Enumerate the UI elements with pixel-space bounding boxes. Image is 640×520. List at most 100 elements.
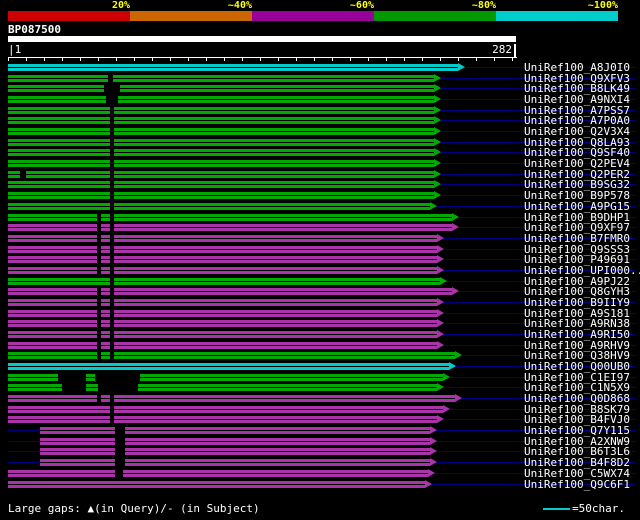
alignment-bar[interactable]: [8, 320, 437, 327]
gap-segment: [115, 427, 125, 434]
arrow-head-icon: [437, 298, 444, 306]
alignment-bar[interactable]: [8, 235, 437, 242]
scale-legend-line: [543, 508, 570, 510]
gap-segment: [110, 416, 114, 423]
gap-segment: [95, 374, 140, 381]
gap-segment: [97, 246, 101, 253]
arrow-head-icon: [437, 234, 444, 242]
alignment-bar[interactable]: [8, 181, 434, 188]
alignment-bar[interactable]: [8, 203, 430, 210]
gap-segment: [110, 267, 114, 274]
arrow-head-icon: [440, 277, 447, 285]
gap-segment: [110, 171, 114, 178]
gap-segment: [110, 256, 114, 263]
gap-segment: [110, 310, 114, 317]
arrow-head-icon: [434, 84, 441, 92]
gap-segment: [97, 267, 101, 274]
alignment-bar[interactable]: [8, 96, 434, 103]
alignment-bar[interactable]: [8, 352, 455, 359]
gap-segment: [110, 117, 114, 124]
similarity-search-graphic: 20% ~40% ~60% ~80% ~100% BP087500 |1 282 Uni…: [0, 0, 640, 520]
alignment-bar[interactable]: [8, 342, 437, 349]
alignment-bar[interactable]: [8, 192, 434, 199]
alignment-bar[interactable]: [40, 438, 430, 445]
gap-segment: [110, 107, 114, 114]
gap-segment: [97, 299, 101, 306]
alignment-bar[interactable]: [8, 246, 437, 253]
gap-segment: [110, 160, 114, 167]
alignment-bar[interactable]: [8, 117, 434, 124]
arrow-head-icon: [430, 437, 437, 445]
arrow-head-icon: [425, 480, 432, 488]
arrow-head-icon: [437, 383, 444, 391]
gap-segment: [110, 203, 114, 210]
alignment-bar[interactable]: [8, 363, 449, 370]
alignment-bar[interactable]: [8, 288, 452, 295]
gap-segment: [104, 85, 120, 92]
arrow-head-icon: [437, 319, 444, 327]
alignment-bar[interactable]: [8, 224, 452, 231]
alignment-bar[interactable]: [8, 395, 455, 402]
gap-segment: [20, 171, 26, 178]
gap-segment: [110, 246, 114, 253]
alignment-bar[interactable]: [8, 481, 425, 488]
alignment-bar[interactable]: [8, 278, 440, 285]
alignment-bar[interactable]: [40, 448, 430, 455]
gap-segment: [58, 374, 86, 381]
alignment-bar[interactable]: [8, 75, 434, 82]
alignment-bar[interactable]: [8, 214, 452, 221]
gap-segment: [97, 342, 101, 349]
alignment-bar[interactable]: [40, 427, 430, 434]
gap-segment: [110, 128, 114, 135]
alignment-bar[interactable]: [8, 64, 458, 71]
arrow-head-icon: [434, 148, 441, 156]
gap-segment: [110, 149, 114, 156]
alignment-bar[interactable]: [8, 331, 437, 338]
alignment-bar[interactable]: [8, 299, 437, 306]
gap-segment: [110, 278, 114, 285]
alignment-bar[interactable]: [8, 171, 434, 178]
alignment-bar[interactable]: [8, 267, 437, 274]
arrow-head-icon: [434, 116, 441, 124]
alignment-bar[interactable]: [8, 416, 437, 423]
arrow-head-icon: [437, 309, 444, 317]
alignment-bar[interactable]: [8, 256, 437, 263]
arrow-head-icon: [437, 330, 444, 338]
gap-segment: [97, 288, 101, 295]
alignment-bar[interactable]: [8, 139, 434, 146]
gap-segment: [110, 320, 114, 327]
arrow-head-icon: [458, 63, 465, 71]
alignment-bar[interactable]: [8, 470, 428, 477]
alignment-bar[interactable]: [8, 160, 434, 167]
alignment-bar[interactable]: [8, 310, 437, 317]
gap-segment: [110, 331, 114, 338]
arrow-head-icon: [430, 426, 437, 434]
arrow-head-icon: [437, 255, 444, 263]
gap-segment: [115, 438, 125, 445]
gap-segment: [115, 470, 123, 477]
arrow-head-icon: [443, 373, 450, 381]
gap-segment: [115, 448, 125, 455]
gap-segment: [110, 288, 114, 295]
arrow-head-icon: [437, 266, 444, 274]
arrow-head-icon: [437, 341, 444, 349]
scale-legend-label: =50char.: [572, 502, 625, 515]
gap-segment: [97, 395, 101, 402]
arrow-head-icon: [434, 191, 441, 199]
alignment-bar[interactable]: [40, 459, 430, 466]
arrow-head-icon: [437, 245, 444, 253]
arrow-head-icon: [437, 415, 444, 423]
alignment-bar[interactable]: [8, 406, 443, 413]
alignment-bar[interactable]: [8, 128, 434, 135]
alignment-bar[interactable]: [8, 149, 434, 156]
alignment-bar[interactable]: [8, 107, 434, 114]
arrow-head-icon: [430, 458, 437, 466]
alignment-bar[interactable]: [8, 85, 434, 92]
arrow-head-icon: [452, 287, 459, 295]
arrow-head-icon: [434, 159, 441, 167]
arrow-head-icon: [434, 170, 441, 178]
arrow-head-icon: [430, 447, 437, 455]
hit-label[interactable]: UniRef100_Q9C6F1: [524, 479, 630, 490]
arrow-head-icon: [443, 405, 450, 413]
alignment-row: UniRef100_Q9C6F1: [0, 479, 640, 490]
